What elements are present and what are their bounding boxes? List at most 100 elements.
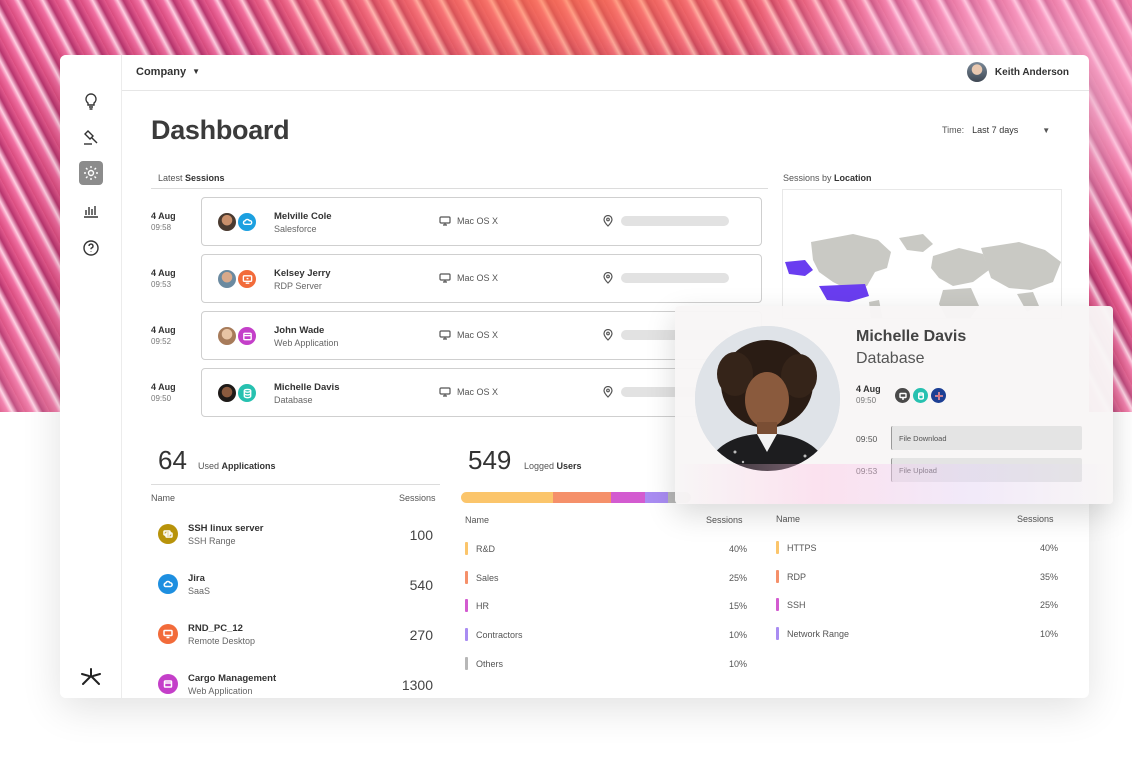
legend-swatch [776, 570, 779, 583]
app-type: SSH Range [188, 536, 236, 546]
time-filter-dropdown[interactable]: Time: Last 7 days ▼ [942, 125, 1050, 135]
company-selector[interactable]: Company ▼ [136, 66, 200, 78]
location-heading-prefix: Sessions by [783, 173, 835, 183]
sessions-heading-prefix: Latest [158, 173, 186, 183]
session-user-name: John Wade [274, 325, 325, 336]
applications-heading-prefix: Used [198, 461, 222, 471]
map-greenland [899, 234, 933, 252]
app-name[interactable]: RND_PC_12 [188, 623, 243, 634]
app-type: Web Application [188, 686, 253, 696]
bar-chart-icon[interactable] [79, 199, 103, 223]
ssh-icon [158, 524, 178, 544]
department-value: 25% [728, 573, 747, 583]
event-label: File Download [899, 434, 947, 443]
protocols-col-name: Name [776, 514, 801, 524]
distribution-segment [610, 492, 645, 503]
profile-app: Database [856, 350, 925, 367]
legend-swatch [465, 657, 468, 670]
department-value: 15% [728, 601, 747, 611]
avatar [216, 211, 238, 233]
session-location [603, 215, 729, 227]
session-avatars [216, 382, 260, 404]
protocol-name: RDP [787, 572, 807, 582]
location-pin-icon [603, 386, 613, 398]
session-time: 09:58 [151, 223, 172, 232]
distribution-segment [645, 492, 668, 503]
monitor-icon [439, 387, 451, 397]
monitor-icon [439, 216, 451, 226]
remote-desktop-icon [158, 624, 178, 644]
applications-col-sessions: Sessions [399, 493, 436, 503]
session-date: 4 Aug 09:58 [151, 211, 176, 232]
event-file-upload[interactable]: File Upload [891, 458, 1082, 482]
location-placeholder [621, 273, 729, 283]
users-count: 549 [468, 445, 512, 475]
applications-col-name: Name [151, 493, 176, 503]
protocol-value: 10% [1039, 629, 1058, 639]
protocols-col-sessions: Sessions [1017, 514, 1054, 524]
event-label: File Upload [899, 466, 937, 475]
department-name: Contractors [476, 630, 523, 640]
distribution-segment [461, 492, 553, 503]
event-time: 09:50 [856, 434, 878, 444]
protocol-name: Network Range [787, 629, 850, 639]
user-menu[interactable]: Keith Anderson [966, 62, 1069, 82]
map-usa [819, 284, 869, 302]
session-row[interactable]: Kelsey Jerry RDP Server Mac OS X [201, 254, 762, 303]
profile-date: 4 Aug 09:50 [856, 384, 881, 405]
world-map-graphic [785, 234, 1061, 318]
app-name[interactable]: Cargo Management [188, 673, 276, 684]
session-os: Mac OS X [439, 387, 498, 397]
session-day: 4 Aug [151, 382, 176, 392]
cloud-icon [158, 574, 178, 594]
event-time: 09:53 [856, 466, 878, 476]
time-filter-label: Time: [942, 125, 965, 135]
session-time: 09:52 [151, 337, 172, 346]
applications-count: 64 [158, 445, 187, 475]
profile-day: 4 Aug [856, 384, 881, 394]
gear-icon[interactable] [79, 161, 103, 185]
session-day: 4 Aug [151, 325, 176, 335]
gavel-icon[interactable] [79, 125, 103, 149]
department-value: 10% [728, 659, 747, 669]
session-date: 4 Aug 09:53 [151, 268, 176, 289]
department-value: 40% [728, 544, 747, 554]
event-file-download[interactable]: File Download [891, 426, 1082, 450]
session-row[interactable]: Melville Cole Salesforce Mac OS X [201, 197, 762, 246]
users-distribution-bar [461, 492, 691, 503]
users-heading-prefix: Logged [524, 461, 557, 471]
profile-badges [895, 388, 946, 403]
session-app-name: Salesforce [274, 224, 317, 234]
protocol-value: 40% [1039, 543, 1058, 553]
app-name[interactable]: SSH linux server [188, 523, 264, 534]
divider [151, 484, 440, 485]
lightbulb-icon[interactable] [79, 89, 103, 113]
database-icon [236, 382, 258, 404]
session-os-label: Mac OS X [457, 273, 499, 283]
monitor-icon [439, 273, 451, 283]
help-icon[interactable] [79, 236, 103, 260]
protocol-name: HTTPS [787, 543, 817, 553]
location-pin-icon [603, 215, 613, 227]
uk-flag-icon [931, 388, 946, 403]
app-name[interactable]: Jira [188, 573, 205, 584]
avatar [966, 62, 987, 82]
map-asia [981, 242, 1061, 290]
map-north-america [811, 234, 891, 290]
department-name: HR [476, 601, 489, 611]
applications-heading: Used Applications [198, 461, 276, 471]
users-heading: Logged Users [524, 461, 582, 471]
session-date: 4 Aug 09:52 [151, 325, 176, 346]
app-sessions: 270 [409, 627, 433, 643]
session-time: 09:53 [151, 280, 172, 289]
users-heading-bold: Users [556, 461, 582, 471]
session-detail-card[interactable]: Michelle Davis Database 4 Aug 09:50 09:5… [675, 306, 1113, 504]
world-map[interactable] [782, 189, 1062, 319]
app-sessions: 1300 [401, 677, 433, 693]
sessions-heading: Latest Sessions [158, 173, 225, 183]
location-placeholder [621, 216, 729, 226]
monitor-icon [895, 388, 910, 403]
session-os-label: Mac OS X [457, 330, 499, 340]
user-name: Keith Anderson [994, 66, 1069, 78]
protocol-value: 35% [1039, 572, 1058, 582]
